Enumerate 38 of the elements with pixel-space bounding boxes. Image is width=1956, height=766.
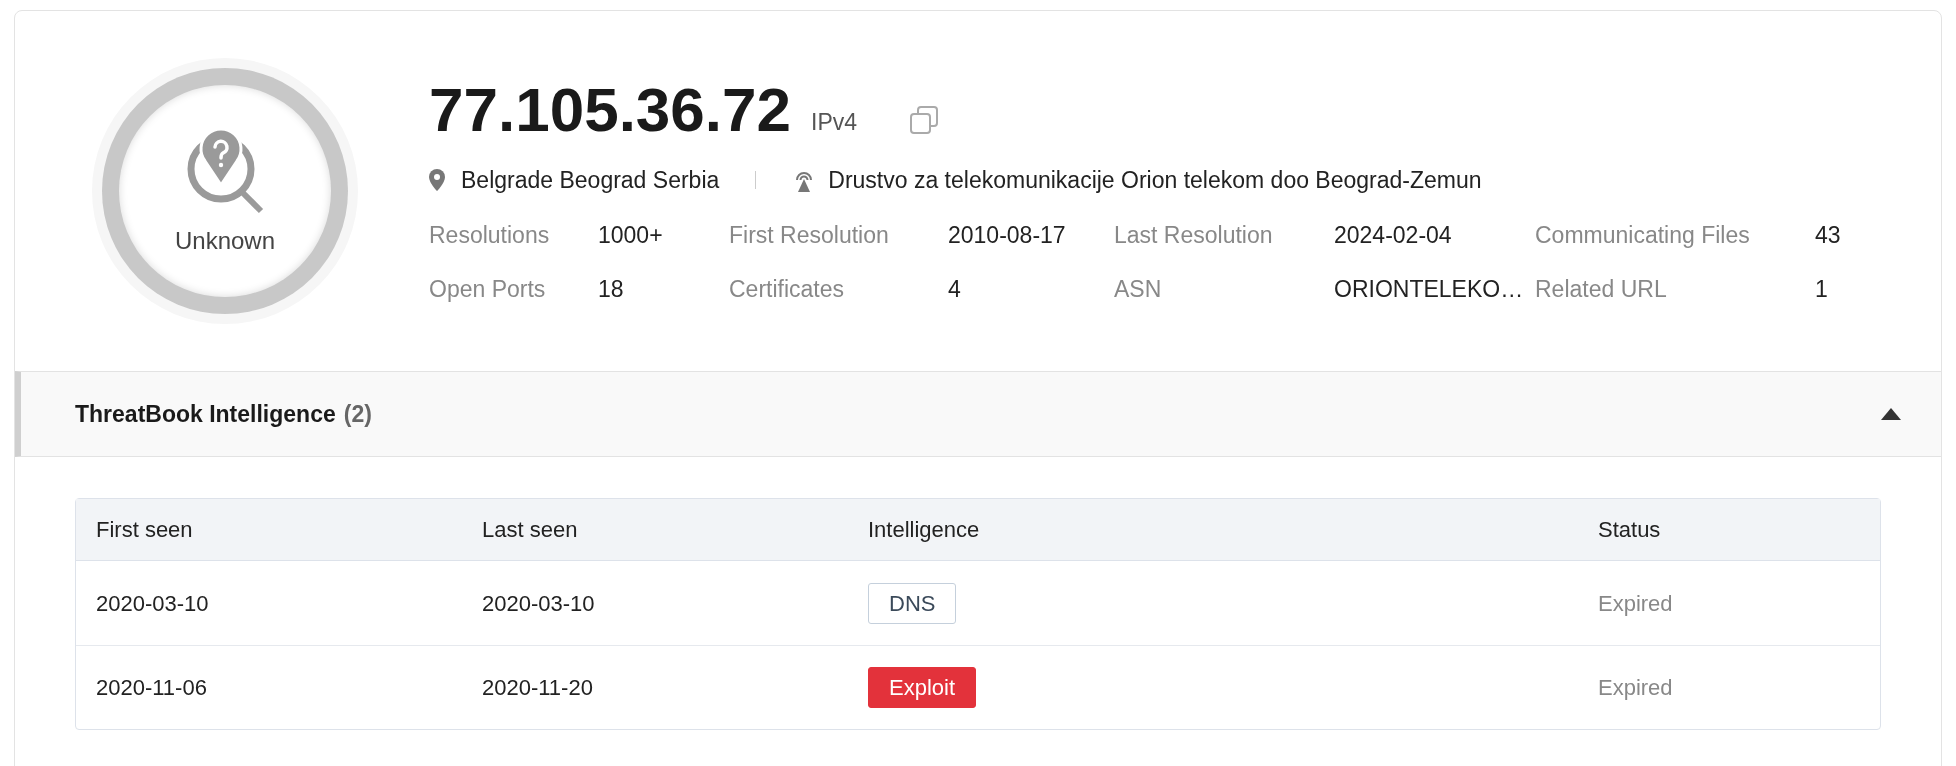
stat-label: Open Ports — [429, 275, 547, 304]
status-text: Expired — [1598, 674, 1674, 702]
location-pin-icon — [429, 169, 445, 192]
intelligence-tag: DNS — [868, 582, 957, 624]
stat-value: 18 — [598, 275, 625, 304]
stat-value: 2024-02-04 — [1334, 220, 1453, 250]
stat-label: First Resolution — [729, 220, 890, 250]
stat-label: Related URL — [1535, 275, 1668, 304]
column-header: Intelligence — [868, 516, 981, 544]
section-count: (2) — [343, 399, 372, 429]
table-cell-text: 2020-03-10 — [482, 589, 596, 618]
table-cell-text: 2020-11-20 — [482, 674, 594, 702]
table-cell-text: 2020-03-10 — [96, 589, 210, 618]
stat-label: Resolutions — [429, 220, 551, 250]
stat-label: Certificates — [729, 275, 846, 304]
intelligence-tag: Exploit — [868, 667, 977, 708]
section-title: ThreatBook Intelligence — [75, 399, 336, 429]
ip-type: IPv4 — [811, 107, 858, 137]
verdict-label: Unknown — [174, 226, 276, 256]
status-text: Expired — [1598, 589, 1674, 618]
stat-value: 4 — [948, 275, 962, 304]
stat-value: 1 — [1815, 275, 1829, 304]
stat-value: 43 — [1815, 220, 1842, 250]
table-cell-text: 2020-11-06 — [96, 674, 208, 702]
column-header: Last seen — [482, 516, 579, 544]
section-header[interactable]: ThreatBook Intelligence (2) — [15, 371, 1941, 457]
stat-label: Last Resolution — [1114, 220, 1274, 250]
column-header: First seen — [96, 516, 194, 544]
ip-address: 77.105.36.72 — [429, 79, 791, 141]
column-header: Status — [1598, 516, 1662, 544]
stat-value: 2010-08-17 — [948, 220, 1067, 250]
stat-label: Communicating Files — [1535, 220, 1751, 250]
stat-value: 1000+ — [598, 220, 664, 250]
stat-value: ORIONTELEKO… — [1334, 275, 1525, 304]
caret-up-icon[interactable] — [1881, 408, 1901, 420]
stat-label: ASN — [1114, 275, 1163, 304]
isp-text: Drustvo za telekomunikacije Orion telekom doo Beograd-Zemun — [828, 166, 1482, 195]
location-text: Belgrade Beograd Serbia — [461, 166, 720, 195]
